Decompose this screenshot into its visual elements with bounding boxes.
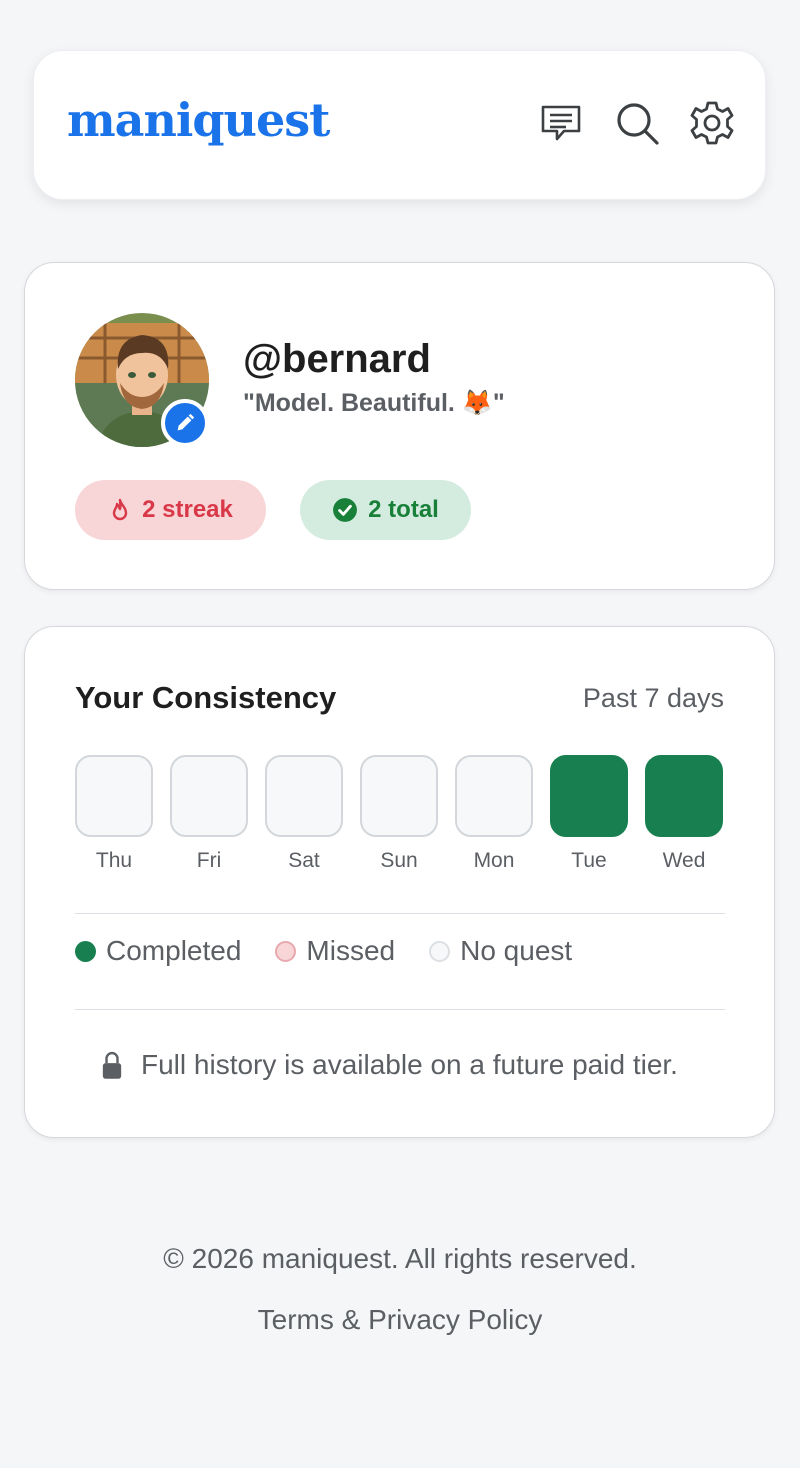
edit-avatar-button[interactable] xyxy=(161,399,209,447)
day-box-completed xyxy=(645,755,723,837)
check-circle-icon xyxy=(333,498,358,522)
legend-missed: Missed xyxy=(275,935,395,967)
consistency-card: Your Consistency Past 7 days Thu Fri Sat… xyxy=(24,626,775,1138)
lock-icon xyxy=(102,1051,122,1079)
day-tue: Tue xyxy=(550,755,628,873)
legend-label: No quest xyxy=(460,935,573,966)
divider xyxy=(75,1009,725,1010)
flame-icon xyxy=(112,498,128,521)
bio: "Model. Beautiful. 🦊" xyxy=(243,389,505,417)
day-label: Sat xyxy=(288,849,320,872)
legend-no-quest: No quest xyxy=(429,935,572,967)
day-label: Wed xyxy=(662,849,706,872)
day-box-completed xyxy=(550,755,628,837)
day-label: Tue xyxy=(571,849,607,872)
terms-link[interactable]: Terms & Privacy Policy xyxy=(0,1304,800,1336)
day-label: Mon xyxy=(473,849,515,872)
copyright: © 2026 maniquest. All rights reserved. xyxy=(163,1243,637,1274)
app-header: maniquest xyxy=(33,50,766,200)
consistency-title: Your Consistency xyxy=(75,680,337,715)
day-sun: Sun xyxy=(360,755,438,873)
search-icon[interactable] xyxy=(613,99,661,147)
day-mon: Mon xyxy=(455,755,533,873)
gear-icon[interactable] xyxy=(688,99,736,147)
legend-label: Completed xyxy=(106,935,242,966)
streak-badge: 2 streak xyxy=(75,480,266,540)
app-logo[interactable]: maniquest xyxy=(67,93,330,147)
day-label: Thu xyxy=(95,849,133,872)
range-label: Past 7 days xyxy=(582,683,724,713)
note-text: Full history is available on a future pa… xyxy=(141,1049,678,1080)
total-badge: 2 total xyxy=(300,480,471,540)
missed-dot xyxy=(275,940,297,962)
legend: Completed Missed No quest xyxy=(75,935,606,967)
pencil-icon xyxy=(177,413,195,431)
day-box xyxy=(170,755,248,837)
chat-icon[interactable] xyxy=(537,99,585,147)
day-label: Sun xyxy=(380,849,418,872)
day-wed: Wed xyxy=(645,755,723,873)
paid-tier-note: Full history is available on a future pa… xyxy=(101,1049,678,1081)
streak-label: 2 streak xyxy=(142,496,233,523)
total-label: 2 total xyxy=(368,496,439,523)
profile-card: @bernard "Model. Beautiful. 🦊" 2 streak … xyxy=(24,262,775,590)
day-sat: Sat xyxy=(265,755,343,873)
divider xyxy=(75,913,725,914)
day-box xyxy=(455,755,533,837)
username: @bernard xyxy=(243,337,431,381)
day-box xyxy=(265,755,343,837)
day-fri: Fri xyxy=(170,755,248,873)
no-quest-dot xyxy=(429,940,451,962)
day-box xyxy=(360,755,438,837)
day-thu: Thu xyxy=(75,755,153,873)
legend-completed: Completed xyxy=(75,935,241,967)
legend-label: Missed xyxy=(306,935,396,966)
completed-dot xyxy=(75,940,96,962)
day-label: Fri xyxy=(196,849,222,872)
day-box xyxy=(75,755,153,837)
